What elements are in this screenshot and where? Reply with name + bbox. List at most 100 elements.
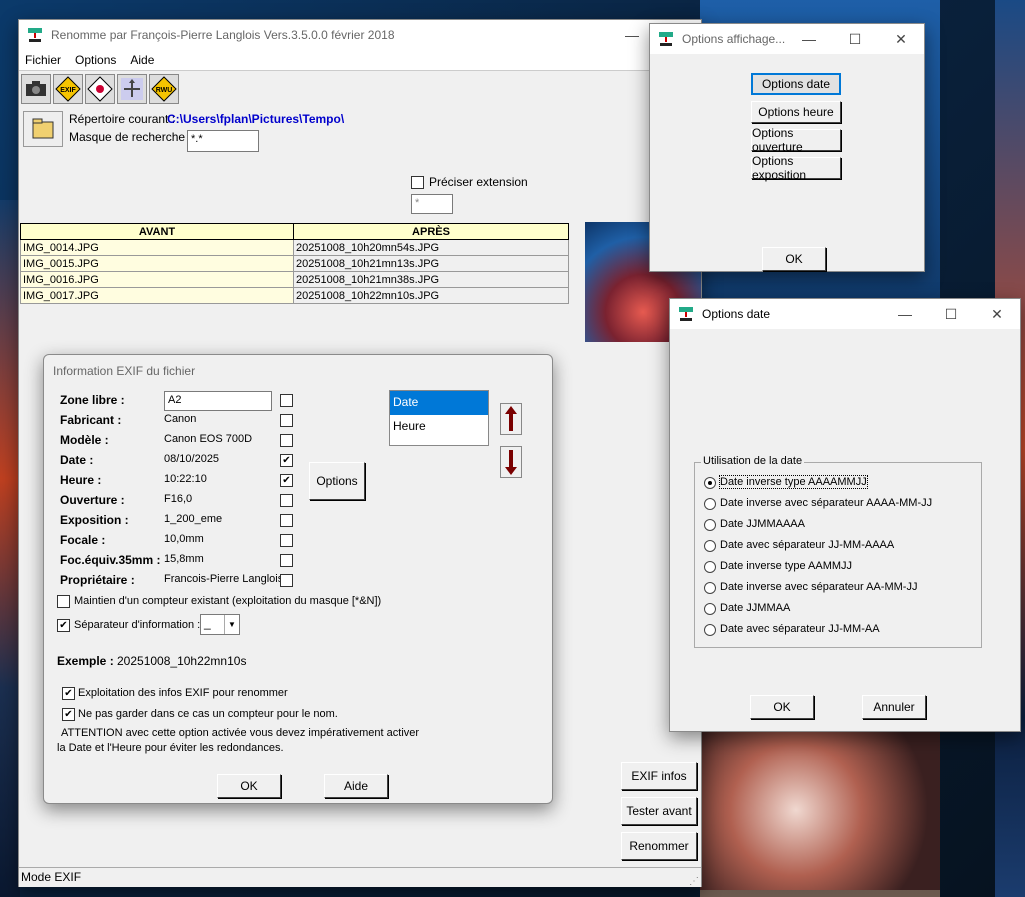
- nepas-label: Ne pas garder dans ce cas un compteur po…: [78, 708, 338, 720]
- exif-field-checkbox[interactable]: [280, 534, 293, 547]
- menu-aide[interactable]: Aide: [130, 53, 154, 67]
- cell-apres: 20251008_10h21mn38s.JPG: [293, 271, 569, 288]
- exif-field-checkbox[interactable]: ✔: [280, 454, 293, 467]
- nepas-checkbox[interactable]: ✔: [62, 708, 75, 721]
- date-option-label[interactable]: Date avec séparateur JJ-MM-AAAA: [720, 539, 894, 551]
- zone-libre-input[interactable]: A2: [164, 391, 272, 411]
- resize-grip-icon[interactable]: ⋰: [689, 876, 699, 887]
- exif-dialog: Information EXIF du fichier Zone libre :…: [43, 354, 553, 804]
- exif-field-label: Propriétaire :: [60, 573, 135, 587]
- cell-apres: 20251008_10h20mn54s.JPG: [293, 239, 569, 256]
- exif-field-label: Date :: [60, 453, 94, 467]
- exif-field-checkbox[interactable]: [280, 434, 293, 447]
- exif-field-label: Foc.équiv.35mm :: [60, 553, 161, 567]
- renommer-button[interactable]: Renommer: [621, 832, 697, 860]
- exif-titlebar: Information EXIF du fichier: [44, 355, 552, 383]
- order-item-date[interactable]: Date: [390, 391, 488, 415]
- separateur-value: _: [204, 616, 211, 630]
- extension-input[interactable]: *: [411, 194, 453, 214]
- close-icon[interactable]: ✕: [974, 299, 1020, 329]
- col-apres[interactable]: APRÈS: [293, 223, 569, 240]
- date-option-label[interactable]: Date inverse avec séparateur AAAA-MM-JJ: [720, 497, 932, 509]
- exif-field-value: 08/10/2025: [164, 453, 220, 465]
- separateur-select[interactable]: _ ▼: [200, 614, 240, 635]
- camera-icon[interactable]: [21, 74, 51, 104]
- svg-text:RWU: RWU: [156, 87, 173, 94]
- menu-separator: [19, 70, 701, 71]
- cell-avant: IMG_0016.JPG: [20, 271, 294, 288]
- preciser-extension-checkbox[interactable]: [411, 176, 424, 189]
- exif-field-checkbox[interactable]: [280, 414, 293, 427]
- exif-field-checkbox[interactable]: [280, 554, 293, 567]
- exif-field-value: 1_200_eme: [164, 513, 223, 525]
- exif-options-button[interactable]: Options: [309, 462, 365, 500]
- date-option-label[interactable]: Date inverse type AAAAMMJJ: [719, 475, 868, 489]
- date-option-label[interactable]: Date JJMMAAAA: [720, 518, 805, 530]
- date-option-label[interactable]: Date avec séparateur JJ-MM-AA: [720, 623, 880, 635]
- col-avant[interactable]: AVANT: [20, 223, 294, 240]
- tester-avant-button[interactable]: Tester avant: [621, 797, 697, 825]
- affichage-titlebar: Options affichage... — ☐ ✕: [650, 24, 924, 54]
- exif-field-checkbox[interactable]: [280, 514, 293, 527]
- date-option-radio[interactable]: [704, 477, 716, 489]
- date-option-radio[interactable]: [704, 498, 716, 510]
- move-down-button[interactable]: [500, 446, 522, 478]
- options-exposition-button[interactable]: Options exposition: [751, 154, 841, 182]
- exif-field-checkbox[interactable]: [280, 574, 293, 587]
- exif-infos-button[interactable]: EXIF infos: [621, 762, 697, 790]
- date-option-radio[interactable]: [704, 561, 716, 573]
- table-row[interactable]: IMG_0014.JPG 20251008_10h20mn54s.JPG: [20, 239, 569, 256]
- date-option-radio[interactable]: [704, 582, 716, 594]
- order-item-heure[interactable]: Heure: [390, 415, 488, 439]
- order-list[interactable]: Date Heure: [389, 390, 489, 446]
- date-option-label[interactable]: Date inverse type AAMMJJ: [720, 560, 852, 572]
- rwu-icon[interactable]: RWU: [149, 74, 179, 104]
- cell-apres: 20251008_10h21mn13s.JPG: [293, 255, 569, 272]
- toolbar: EXIF RWU: [21, 74, 179, 104]
- preciser-extension-label: Préciser extension: [429, 175, 528, 189]
- svg-text:EXIF: EXIF: [60, 87, 76, 94]
- exif-ok-button[interactable]: OK: [217, 774, 281, 798]
- optdate-ok-button[interactable]: OK: [750, 695, 814, 719]
- masque-input[interactable]: *.*: [187, 130, 259, 152]
- exploitation-checkbox[interactable]: ✔: [62, 687, 75, 700]
- exif-field-checkbox[interactable]: [280, 394, 293, 407]
- exif-field-label: Zone libre :: [60, 393, 125, 407]
- settings-diamond-icon[interactable]: [85, 74, 115, 104]
- app-icon: [659, 32, 673, 46]
- options-ouverture-button[interactable]: Options ouverture: [751, 126, 841, 154]
- close-icon[interactable]: ✕: [878, 24, 924, 54]
- minimize-button[interactable]: —: [882, 299, 928, 329]
- minimize-button[interactable]: —: [786, 24, 832, 54]
- exif-field-value: Francois-Pierre Langlois: [164, 573, 284, 585]
- move-up-button[interactable]: [500, 403, 522, 435]
- table-row[interactable]: IMG_0017.JPG 20251008_10h22mn10s.JPG: [20, 287, 569, 304]
- maintien-checkbox[interactable]: [57, 595, 70, 608]
- exif-aide-button[interactable]: Aide: [324, 774, 388, 798]
- menu-fichier[interactable]: Fichier: [25, 53, 61, 67]
- menu-options[interactable]: Options: [75, 53, 116, 67]
- date-option-radio[interactable]: [704, 540, 716, 552]
- maximize-button[interactable]: ☐: [928, 299, 974, 329]
- maximize-button[interactable]: ☐: [832, 24, 878, 54]
- exif-field-checkbox[interactable]: [280, 494, 293, 507]
- date-option-radio[interactable]: [704, 603, 716, 615]
- date-option-label[interactable]: Date JJMMAA: [720, 602, 790, 614]
- folder-icon[interactable]: [23, 111, 63, 147]
- table-row[interactable]: IMG_0015.JPG 20251008_10h21mn13s.JPG: [20, 255, 569, 272]
- date-option-label[interactable]: Date inverse avec séparateur AA-MM-JJ: [720, 581, 917, 593]
- date-option-radio[interactable]: [704, 519, 716, 531]
- cell-apres: 20251008_10h22mn10s.JPG: [293, 287, 569, 304]
- options-heure-button[interactable]: Options heure: [751, 101, 841, 123]
- table-row[interactable]: IMG_0016.JPG 20251008_10h21mn38s.JPG: [20, 271, 569, 288]
- status-bar: Mode EXIF ⋰: [19, 867, 701, 887]
- exif-field-checkbox[interactable]: ✔: [280, 474, 293, 487]
- options-date-button[interactable]: Options date: [751, 73, 841, 95]
- separateur-checkbox[interactable]: ✔: [57, 619, 70, 632]
- affichage-ok-button[interactable]: OK: [762, 247, 826, 271]
- group-label: Utilisation de la date: [701, 455, 805, 467]
- date-option-radio[interactable]: [704, 624, 716, 636]
- optdate-annuler-button[interactable]: Annuler: [862, 695, 926, 719]
- arrows-icon[interactable]: [117, 74, 147, 104]
- exif-icon[interactable]: EXIF: [53, 74, 83, 104]
